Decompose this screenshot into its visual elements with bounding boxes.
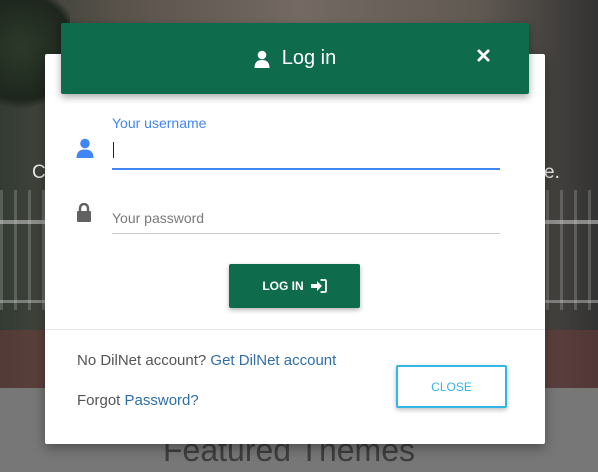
signup-prompt: No DilNet account? <box>77 352 207 369</box>
sign-in-icon <box>310 279 327 293</box>
modal-header: Log in <box>61 23 529 94</box>
forgot-line: Forgot Password? <box>77 392 199 409</box>
username-label: Your username <box>112 115 207 131</box>
forgot-prompt: Forgot <box>77 392 121 409</box>
login-button-label: LOG IN <box>262 279 304 293</box>
modal-footer-divider <box>45 329 545 330</box>
hero-text-right: e. <box>544 162 560 183</box>
lock-icon <box>77 203 91 222</box>
user-icon <box>76 138 94 158</box>
username-input[interactable] <box>112 138 500 170</box>
modal-title: Log in <box>281 47 337 69</box>
user-icon <box>254 50 270 68</box>
get-account-link[interactable]: Get DilNet account <box>210 352 336 369</box>
login-button[interactable]: LOG IN <box>229 264 360 308</box>
close-icon[interactable] <box>475 47 491 65</box>
text-caret <box>113 142 114 158</box>
close-x-glyph <box>476 49 490 62</box>
password-input[interactable] <box>112 203 500 234</box>
close-button[interactable]: CLOSE <box>396 365 507 408</box>
signup-line: No DilNet account? Get DilNet account <box>77 352 336 369</box>
forgot-password-link[interactable]: Password? <box>125 392 199 409</box>
hero-text-left: C <box>32 162 46 183</box>
